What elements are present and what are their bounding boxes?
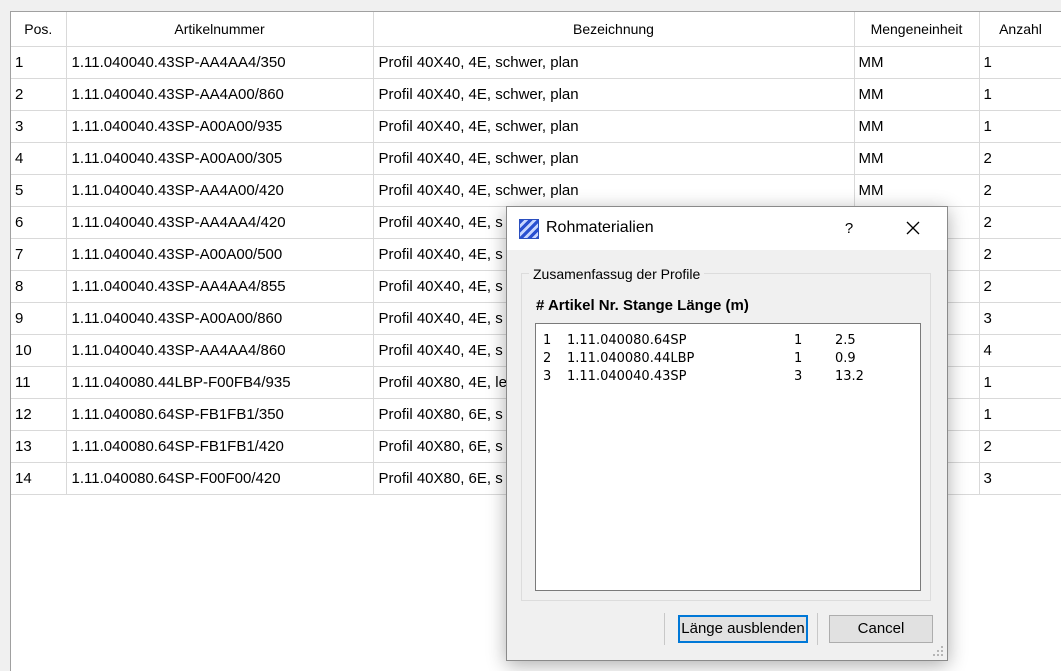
cell-artikelnummer[interactable]: 1.11.040040.43SP-AA4AA4/855 (66, 270, 374, 303)
list-item-laenge: 2.5 (835, 333, 856, 348)
list-item-stange: 1 (794, 333, 803, 348)
cell-bezeichnung[interactable]: Profil 40X40, 4E, schwer, plan (373, 46, 855, 79)
dialog-title: Rohmaterialien (546, 219, 654, 236)
cell-anzahl[interactable]: 2 (979, 270, 1061, 303)
list-item-artikel: 1.11.040080.44LBP (567, 351, 695, 366)
cell-anzahl[interactable]: 1 (979, 110, 1061, 143)
cell-bezeichnung[interactable]: Profil 40X40, 4E, schwer, plan (373, 174, 855, 207)
cell-pos[interactable]: 2 (11, 78, 67, 111)
cell-anzahl[interactable]: 2 (979, 174, 1061, 207)
table-header-row: Pos. Artikelnummer Bezeichnung Mengenein… (11, 12, 1061, 47)
column-header-mengeneinheit[interactable]: Mengeneinheit (854, 12, 980, 47)
cell-artikelnummer[interactable]: 1.11.040040.43SP-A00A00/860 (66, 302, 374, 335)
cell-artikelnummer[interactable]: 1.11.040040.43SP-AA4AA4/860 (66, 334, 374, 367)
cell-pos[interactable]: 12 (11, 398, 67, 431)
cell-pos[interactable]: 10 (11, 334, 67, 367)
dialog-titlebar[interactable]: Rohmaterialien ? (507, 207, 947, 250)
cancel-button[interactable]: Cancel (829, 615, 933, 643)
cell-mengeneinheit[interactable]: MM (854, 142, 980, 175)
table-row[interactable]: 4 1.11.040040.43SP-A00A00/305 Profil 40X40… (11, 142, 1061, 175)
cell-artikelnummer[interactable]: 1.11.040040.43SP-AA4A00/420 (66, 174, 374, 207)
table-row[interactable]: 2 1.11.040040.43SP-AA4A00/860 Profil 40X40… (11, 78, 1061, 111)
cell-mengeneinheit[interactable]: MM (854, 174, 980, 207)
cell-anzahl[interactable]: 1 (979, 398, 1061, 431)
list-item[interactable]: 2 1.11.040080.44LBP 1 0.9 (536, 351, 920, 369)
cell-bezeichnung[interactable]: Profil 40X40, 4E, schwer, plan (373, 110, 855, 143)
button-separator (817, 613, 818, 645)
column-header-pos[interactable]: Pos. (11, 12, 67, 47)
column-header-anzahl[interactable]: Anzahl (979, 12, 1061, 47)
cell-bezeichnung[interactable]: Profil 40X40, 4E, schwer, plan (373, 142, 855, 175)
rohmaterialien-dialog: Rohmaterialien ? Zusamenfassug der Profi… (506, 206, 948, 661)
list-item-number: 3 (543, 369, 552, 384)
resize-grip-icon[interactable] (932, 645, 944, 657)
cell-anzahl[interactable]: 1 (979, 366, 1061, 399)
column-header-bezeichnung[interactable]: Bezeichnung (373, 12, 855, 47)
cell-mengeneinheit[interactable]: MM (854, 46, 980, 79)
cell-anzahl[interactable]: 2 (979, 238, 1061, 271)
table-row[interactable]: 1 1.11.040040.43SP-AA4AA4/350 Profil 40X40… (11, 46, 1061, 79)
cell-mengeneinheit[interactable]: MM (854, 110, 980, 143)
cell-pos[interactable]: 8 (11, 270, 67, 303)
close-button[interactable] (895, 211, 931, 247)
cell-pos[interactable]: 11 (11, 366, 67, 399)
list-item-stange: 3 (794, 369, 803, 384)
cell-anzahl[interactable]: 3 (979, 302, 1061, 335)
cell-pos[interactable]: 6 (11, 206, 67, 239)
button-separator (664, 613, 665, 645)
cell-artikelnummer[interactable]: 1.11.040040.43SP-AA4AA4/420 (66, 206, 374, 239)
cell-artikelnummer[interactable]: 1.11.040080.64SP-FB1FB1/350 (66, 398, 374, 431)
profile-summary-list[interactable]: 1 1.11.040080.64SP 1 2.5 2 1.11.040080.44LBP 1… (535, 323, 921, 591)
cell-anzahl[interactable]: 2 (979, 206, 1061, 239)
cell-pos[interactable]: 7 (11, 238, 67, 271)
list-item-laenge: 13.2 (835, 369, 864, 384)
cell-pos[interactable]: 4 (11, 142, 67, 175)
cell-pos[interactable]: 14 (11, 462, 67, 495)
cell-pos[interactable]: 3 (11, 110, 67, 143)
cell-mengeneinheit[interactable]: MM (854, 78, 980, 111)
cell-artikelnummer[interactable]: 1.11.040040.43SP-A00A00/500 (66, 238, 374, 271)
cell-anzahl[interactable]: 1 (979, 78, 1061, 111)
help-button[interactable]: ? (833, 211, 865, 247)
cell-pos[interactable]: 13 (11, 430, 67, 463)
cell-artikelnummer[interactable]: 1.11.040040.43SP-A00A00/305 (66, 142, 374, 175)
cell-artikelnummer[interactable]: 1.11.040080.64SP-F00F00/420 (66, 462, 374, 495)
table-row[interactable]: 5 1.11.040040.43SP-AA4A00/420 Profil 40X40… (11, 174, 1061, 207)
close-icon (906, 221, 920, 235)
cell-artikelnummer[interactable]: 1.11.040040.43SP-AA4AA4/350 (66, 46, 374, 79)
list-item-number: 2 (543, 351, 552, 366)
cell-artikelnummer[interactable]: 1.11.040040.43SP-A00A00/935 (66, 110, 374, 143)
cell-artikelnummer[interactable]: 1.11.040080.44LBP-F00FB4/935 (66, 366, 374, 399)
cell-artikelnummer[interactable]: 1.11.040040.43SP-AA4A00/860 (66, 78, 374, 111)
cell-bezeichnung[interactable]: Profil 40X40, 4E, schwer, plan (373, 78, 855, 111)
cell-anzahl[interactable]: 1 (979, 46, 1061, 79)
list-item[interactable]: 3 1.11.040040.43SP 3 13.2 (536, 369, 920, 387)
list-column-header: # Artikel Nr. Stange Länge (m) (536, 297, 749, 314)
list-item-artikel: 1.11.040080.64SP (567, 333, 687, 348)
cell-anzahl[interactable]: 2 (979, 142, 1061, 175)
list-item-stange: 1 (794, 351, 803, 366)
cell-anzahl[interactable]: 4 (979, 334, 1061, 367)
list-item-laenge: 0.9 (835, 351, 856, 366)
cell-anzahl[interactable]: 2 (979, 430, 1061, 463)
cell-artikelnummer[interactable]: 1.11.040080.64SP-FB1FB1/420 (66, 430, 374, 463)
app-icon (519, 219, 539, 239)
cell-anzahl[interactable]: 3 (979, 462, 1061, 495)
list-item-artikel: 1.11.040040.43SP (567, 369, 687, 384)
group-title: Zusamenfassug der Profile (529, 266, 705, 282)
list-item[interactable]: 1 1.11.040080.64SP 1 2.5 (536, 333, 920, 351)
cell-pos[interactable]: 5 (11, 174, 67, 207)
cell-pos[interactable]: 9 (11, 302, 67, 335)
table-row[interactable]: 3 1.11.040040.43SP-A00A00/935 Profil 40X40… (11, 110, 1061, 143)
list-item-number: 1 (543, 333, 552, 348)
hide-length-button[interactable]: Länge ausblenden (678, 615, 808, 643)
cell-pos[interactable]: 1 (11, 46, 67, 79)
column-header-artikelnummer[interactable]: Artikelnummer (66, 12, 374, 47)
